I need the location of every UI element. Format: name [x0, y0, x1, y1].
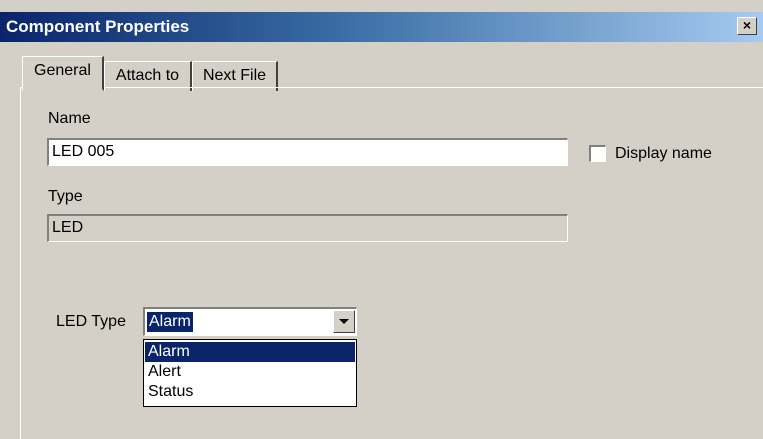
dropdown-option-status[interactable]: Status: [145, 382, 355, 402]
title-bar[interactable]: Component Properties ×: [0, 12, 763, 42]
name-label: Name: [48, 110, 91, 127]
display-name-checkbox[interactable]: [589, 145, 606, 162]
window-title: Component Properties: [6, 17, 190, 36]
tab-attach-to-label: Attach to: [115, 67, 180, 84]
led-type-selected-value: Alarm: [147, 312, 193, 332]
led-type-label: LED Type: [56, 313, 126, 330]
type-field: LED: [47, 214, 568, 242]
tab-next-file-label: Next File: [202, 67, 267, 84]
dropdown-option-alarm[interactable]: Alarm: [145, 342, 355, 362]
tab-general[interactable]: General: [22, 56, 104, 91]
led-type-dropdown-list: Alarm Alert Status: [143, 339, 357, 407]
name-input[interactable]: LED 005: [47, 138, 568, 166]
component-properties-dialog: Component Properties × General Attach to…: [0, 0, 763, 439]
dropdown-button[interactable]: [333, 310, 355, 333]
display-name-label[interactable]: Display name: [615, 145, 712, 163]
dropdown-option-alert[interactable]: Alert: [145, 362, 355, 382]
chevron-down-icon: [339, 319, 349, 324]
led-type-select[interactable]: Alarm: [143, 307, 357, 336]
type-label: Type: [48, 188, 83, 205]
tab-general-label: General: [34, 62, 91, 79]
close-icon: ×: [742, 17, 752, 33]
close-button[interactable]: ×: [737, 17, 757, 35]
